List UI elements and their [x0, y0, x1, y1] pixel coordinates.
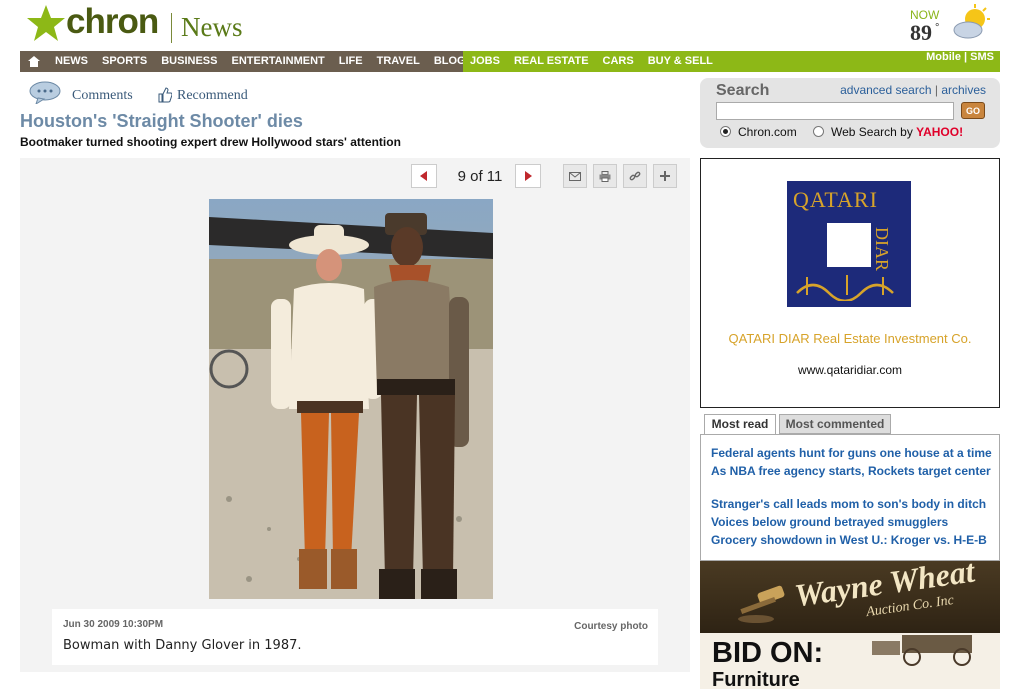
auction-bid-text: BID ON:: [712, 637, 824, 669]
nav-business[interactable]: BUSINESS: [154, 51, 224, 72]
expand-button[interactable]: [653, 164, 677, 188]
arrow-left-icon: [420, 171, 427, 181]
recommend-link[interactable]: Recommend: [177, 88, 248, 104]
yahoo-logo: YAHOO!: [916, 125, 964, 139]
chron-star-logo[interactable]: [26, 4, 66, 42]
advanced-search-link[interactable]: advanced search: [840, 83, 931, 97]
weather-temperature[interactable]: 89: [910, 20, 932, 46]
most-read-item[interactable]: Stranger's call leads mom to son's body …: [711, 497, 993, 512]
nav-jobs[interactable]: JOBS: [463, 51, 507, 72]
radio-chron-label[interactable]: Chron.com: [738, 125, 797, 139]
gallery-photo[interactable]: [209, 199, 493, 599]
most-read-item[interactable]: Federal agents hunt for guns one house a…: [711, 446, 993, 461]
search-label: Search: [716, 82, 770, 99]
classifieds-nav: JOBS REAL ESTATE CARS BUY & SELL Mobile …: [463, 51, 1000, 72]
search-links: advanced search | archives: [840, 83, 986, 97]
email-button[interactable]: [563, 164, 587, 188]
photo-gallery: 9 of 11 Jun 30 2009 10:30PM Courtesy pho…: [20, 158, 690, 672]
qatari-diar-logo: QATARI DIAR: [787, 181, 911, 307]
radio-web-search[interactable]: [813, 126, 824, 137]
main-nav: NEWS SPORTS BUSINESS ENTERTAINMENT LIFE …: [20, 51, 1000, 72]
auction-item-text: Furniture: [712, 669, 800, 689]
search-go-button[interactable]: GO: [961, 102, 985, 119]
search-input[interactable]: [716, 102, 954, 120]
logo-divider: [171, 13, 172, 43]
thumbs-up-icon[interactable]: [158, 87, 172, 103]
nav-news[interactable]: NEWS: [48, 51, 95, 72]
caption-date: Jun 30 2009 10:30PM: [63, 619, 164, 630]
previous-photo-button[interactable]: [411, 164, 437, 188]
wayne-wheat-auction-ad[interactable]: Wayne Wheat Auction Co. Inc BID ON: Furn…: [700, 561, 1000, 689]
most-read-item[interactable]: Voices below ground betrayed smugglers: [711, 515, 993, 530]
logo-wordmark: QATARI: [793, 187, 878, 212]
article-subhead: Bootmaker turned shooting expert drew Ho…: [20, 135, 401, 149]
most-read-item[interactable]: As NBA free agency starts, Rockets targe…: [711, 464, 993, 479]
qatari-diar-ad[interactable]: QATARI DIAR QATARI DIAR Real Estate Inve…: [700, 158, 1000, 408]
photo-caption: Jun 30 2009 10:30PM Courtesy photo Bowma…: [52, 609, 658, 665]
email-icon: [569, 171, 581, 181]
logo-square: [827, 223, 871, 267]
search-box: Search advanced search | archives GO Chr…: [700, 78, 1000, 148]
arrow-right-icon: [525, 171, 532, 181]
nav-sports[interactable]: SPORTS: [95, 51, 154, 72]
carriage-image: [872, 635, 972, 666]
next-photo-button[interactable]: [515, 164, 541, 188]
most-read-item[interactable]: Grocery showdown in West U.: Kroger vs. …: [711, 533, 993, 548]
most-read-list: Federal agents hunt for guns one house a…: [700, 434, 1000, 561]
nav-entertainment[interactable]: ENTERTAINMENT: [224, 51, 331, 72]
link-button[interactable]: [623, 164, 647, 188]
print-button[interactable]: [593, 164, 617, 188]
article-headline: Houston's 'Straight Shooter' dies: [20, 111, 303, 131]
logo-side-text: DIAR: [872, 227, 892, 271]
section-title[interactable]: News: [181, 12, 243, 43]
search-links-separator: |: [931, 83, 942, 97]
link-icon: [629, 171, 641, 181]
gavel-icon: [738, 585, 785, 623]
plus-icon: [660, 171, 670, 181]
arabic-calligraphy-icon: [796, 275, 894, 301]
nav-cars[interactable]: CARS: [596, 51, 641, 72]
radio-web-search-label[interactable]: Web Search by YAHOO!: [831, 125, 963, 139]
archives-link[interactable]: archives: [941, 83, 986, 97]
ad-url[interactable]: www.qataridiar.com: [701, 363, 999, 377]
caption-text: Bowman with Danny Glover in 1987.: [63, 638, 302, 653]
weather-degree: °: [935, 22, 940, 34]
chron-logo-text[interactable]: chron: [66, 2, 159, 42]
partly-cloudy-icon[interactable]: [950, 4, 990, 42]
nav-life[interactable]: LIFE: [332, 51, 370, 72]
web-search-text: Web Search by: [831, 125, 913, 139]
nav-buy-sell[interactable]: BUY & SELL: [641, 51, 720, 72]
radio-chron[interactable]: [720, 126, 731, 137]
photo-counter: 9 of 11: [457, 168, 503, 185]
caption-credit: Courtesy photo: [574, 621, 648, 632]
tab-most-read[interactable]: Most read: [704, 414, 776, 434]
nav-real-estate[interactable]: REAL ESTATE: [507, 51, 596, 72]
ad-tagline: QATARI DIAR Real Estate Investment Co.: [728, 331, 972, 346]
nav-mobile-sms[interactable]: Mobile | SMS: [926, 51, 994, 72]
auction-body: BID ON: Furniture: [700, 633, 1000, 689]
comments-link[interactable]: Comments: [72, 88, 133, 104]
tab-most-commented[interactable]: Most commented: [779, 414, 891, 434]
print-icon: [599, 170, 611, 182]
nav-travel[interactable]: TRAVEL: [370, 51, 427, 72]
comments-icon[interactable]: [28, 80, 66, 104]
home-icon[interactable]: [20, 51, 48, 72]
auction-header: Wayne Wheat Auction Co. Inc: [700, 561, 1000, 633]
